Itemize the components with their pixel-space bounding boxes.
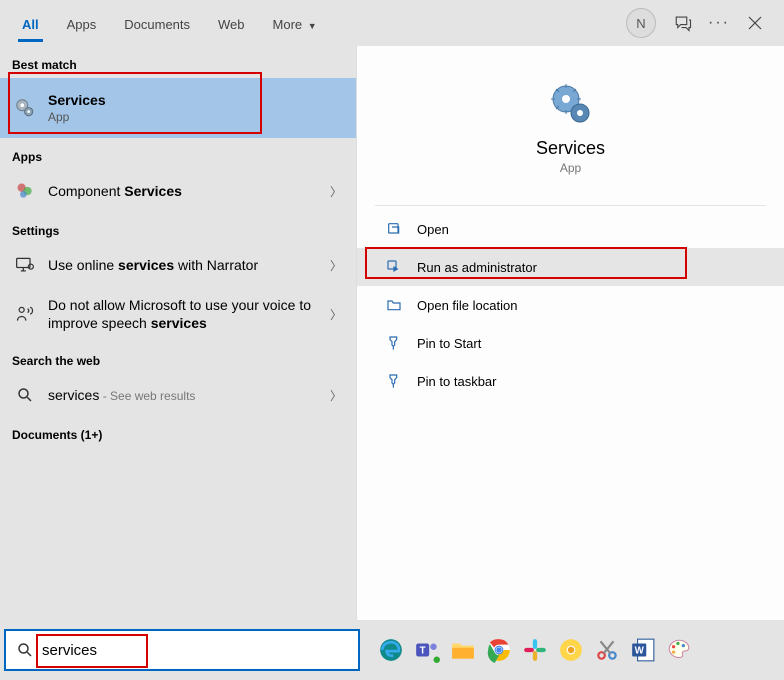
action-open[interactable]: Open — [357, 210, 784, 248]
chevron-down-icon: ▼ — [308, 21, 317, 31]
result-title: services - See web results — [48, 387, 318, 403]
search-input[interactable] — [42, 642, 348, 659]
action-label: Open — [417, 222, 449, 237]
action-open-file-location[interactable]: Open file location — [357, 286, 784, 324]
search-icon — [16, 641, 34, 659]
section-best-match: Best match — [0, 46, 356, 78]
svg-text:W: W — [635, 645, 645, 656]
search-box[interactable] — [4, 629, 360, 671]
tab-all[interactable]: All — [8, 5, 53, 42]
chevron-right-icon: 〉 — [330, 257, 342, 274]
action-run-as-admin[interactable]: Run as administrator — [357, 248, 784, 286]
section-documents: Documents (1+) — [0, 416, 356, 448]
action-label: Run as administrator — [417, 260, 537, 275]
gear-icon — [14, 97, 36, 119]
tab-documents[interactable]: Documents — [110, 5, 204, 42]
preview-panel: Services App Open Run as administrator — [356, 46, 784, 620]
user-avatar[interactable]: N — [626, 8, 656, 38]
tab-more[interactable]: More ▼ — [259, 5, 331, 42]
admin-icon — [385, 258, 403, 276]
action-pin-to-taskbar[interactable]: Pin to taskbar — [357, 362, 784, 400]
preview-subtitle: App — [357, 161, 784, 175]
results-panel: Best match Services App Apps Component S… — [0, 46, 356, 620]
action-label: Pin to taskbar — [417, 374, 497, 389]
search-icon — [14, 384, 36, 406]
preview-title: Services — [357, 138, 784, 159]
svg-text:T: T — [420, 645, 426, 656]
close-icon[interactable] — [746, 14, 764, 32]
result-narrator-setting[interactable]: Use online services with Narrator 〉 — [0, 244, 356, 286]
taskbar-icon-explorer[interactable] — [448, 635, 478, 665]
section-search-web: Search the web — [0, 342, 356, 374]
more-options-icon[interactable]: ··· — [710, 14, 728, 32]
action-label: Open file location — [417, 298, 517, 313]
open-icon — [385, 220, 403, 238]
taskbar: T W — [360, 620, 784, 680]
feedback-icon[interactable] — [674, 14, 692, 32]
taskbar-icon-teams[interactable]: T — [412, 635, 442, 665]
result-component-services[interactable]: Component Services 〉 — [0, 170, 356, 212]
chevron-right-icon: 〉 — [330, 183, 342, 200]
taskbar-icon-slack[interactable] — [520, 635, 550, 665]
services-large-icon — [547, 80, 595, 128]
folder-icon — [385, 296, 403, 314]
taskbar-region: T W — [0, 620, 784, 680]
taskbar-icon-chrome[interactable] — [484, 635, 514, 665]
result-title: Component Services — [48, 183, 318, 199]
pin-icon — [385, 372, 403, 390]
pin-icon — [385, 334, 403, 352]
result-services-app[interactable]: Services App — [0, 78, 356, 138]
taskbar-icon-chrome-canary[interactable] — [556, 635, 586, 665]
action-pin-to-start[interactable]: Pin to Start — [357, 324, 784, 362]
result-title: Do not allow Microsoft to use your voice… — [48, 296, 318, 332]
speech-icon — [14, 303, 36, 325]
result-subtitle: App — [48, 110, 342, 124]
tab-apps[interactable]: Apps — [53, 5, 111, 42]
taskbar-icon-snip[interactable] — [592, 635, 622, 665]
action-label: Pin to Start — [417, 336, 481, 351]
section-settings: Settings — [0, 212, 356, 244]
tab-web[interactable]: Web — [204, 5, 259, 42]
component-icon — [14, 180, 36, 202]
result-title: Services — [48, 92, 106, 108]
result-web-search[interactable]: services - See web results 〉 — [0, 374, 356, 416]
result-title: Use online services with Narrator — [48, 257, 318, 273]
chevron-right-icon: 〉 — [330, 387, 342, 404]
result-speech-setting[interactable]: Do not allow Microsoft to use your voice… — [0, 286, 356, 342]
monitor-icon — [14, 254, 36, 276]
taskbar-icon-word[interactable]: W — [628, 635, 658, 665]
section-apps: Apps — [0, 138, 356, 170]
taskbar-icon-edge[interactable] — [376, 635, 406, 665]
chevron-right-icon: 〉 — [330, 306, 342, 323]
taskbar-icon-paint[interactable] — [664, 635, 694, 665]
filter-tabs: All Apps Documents Web More ▼ N ··· — [0, 0, 784, 46]
